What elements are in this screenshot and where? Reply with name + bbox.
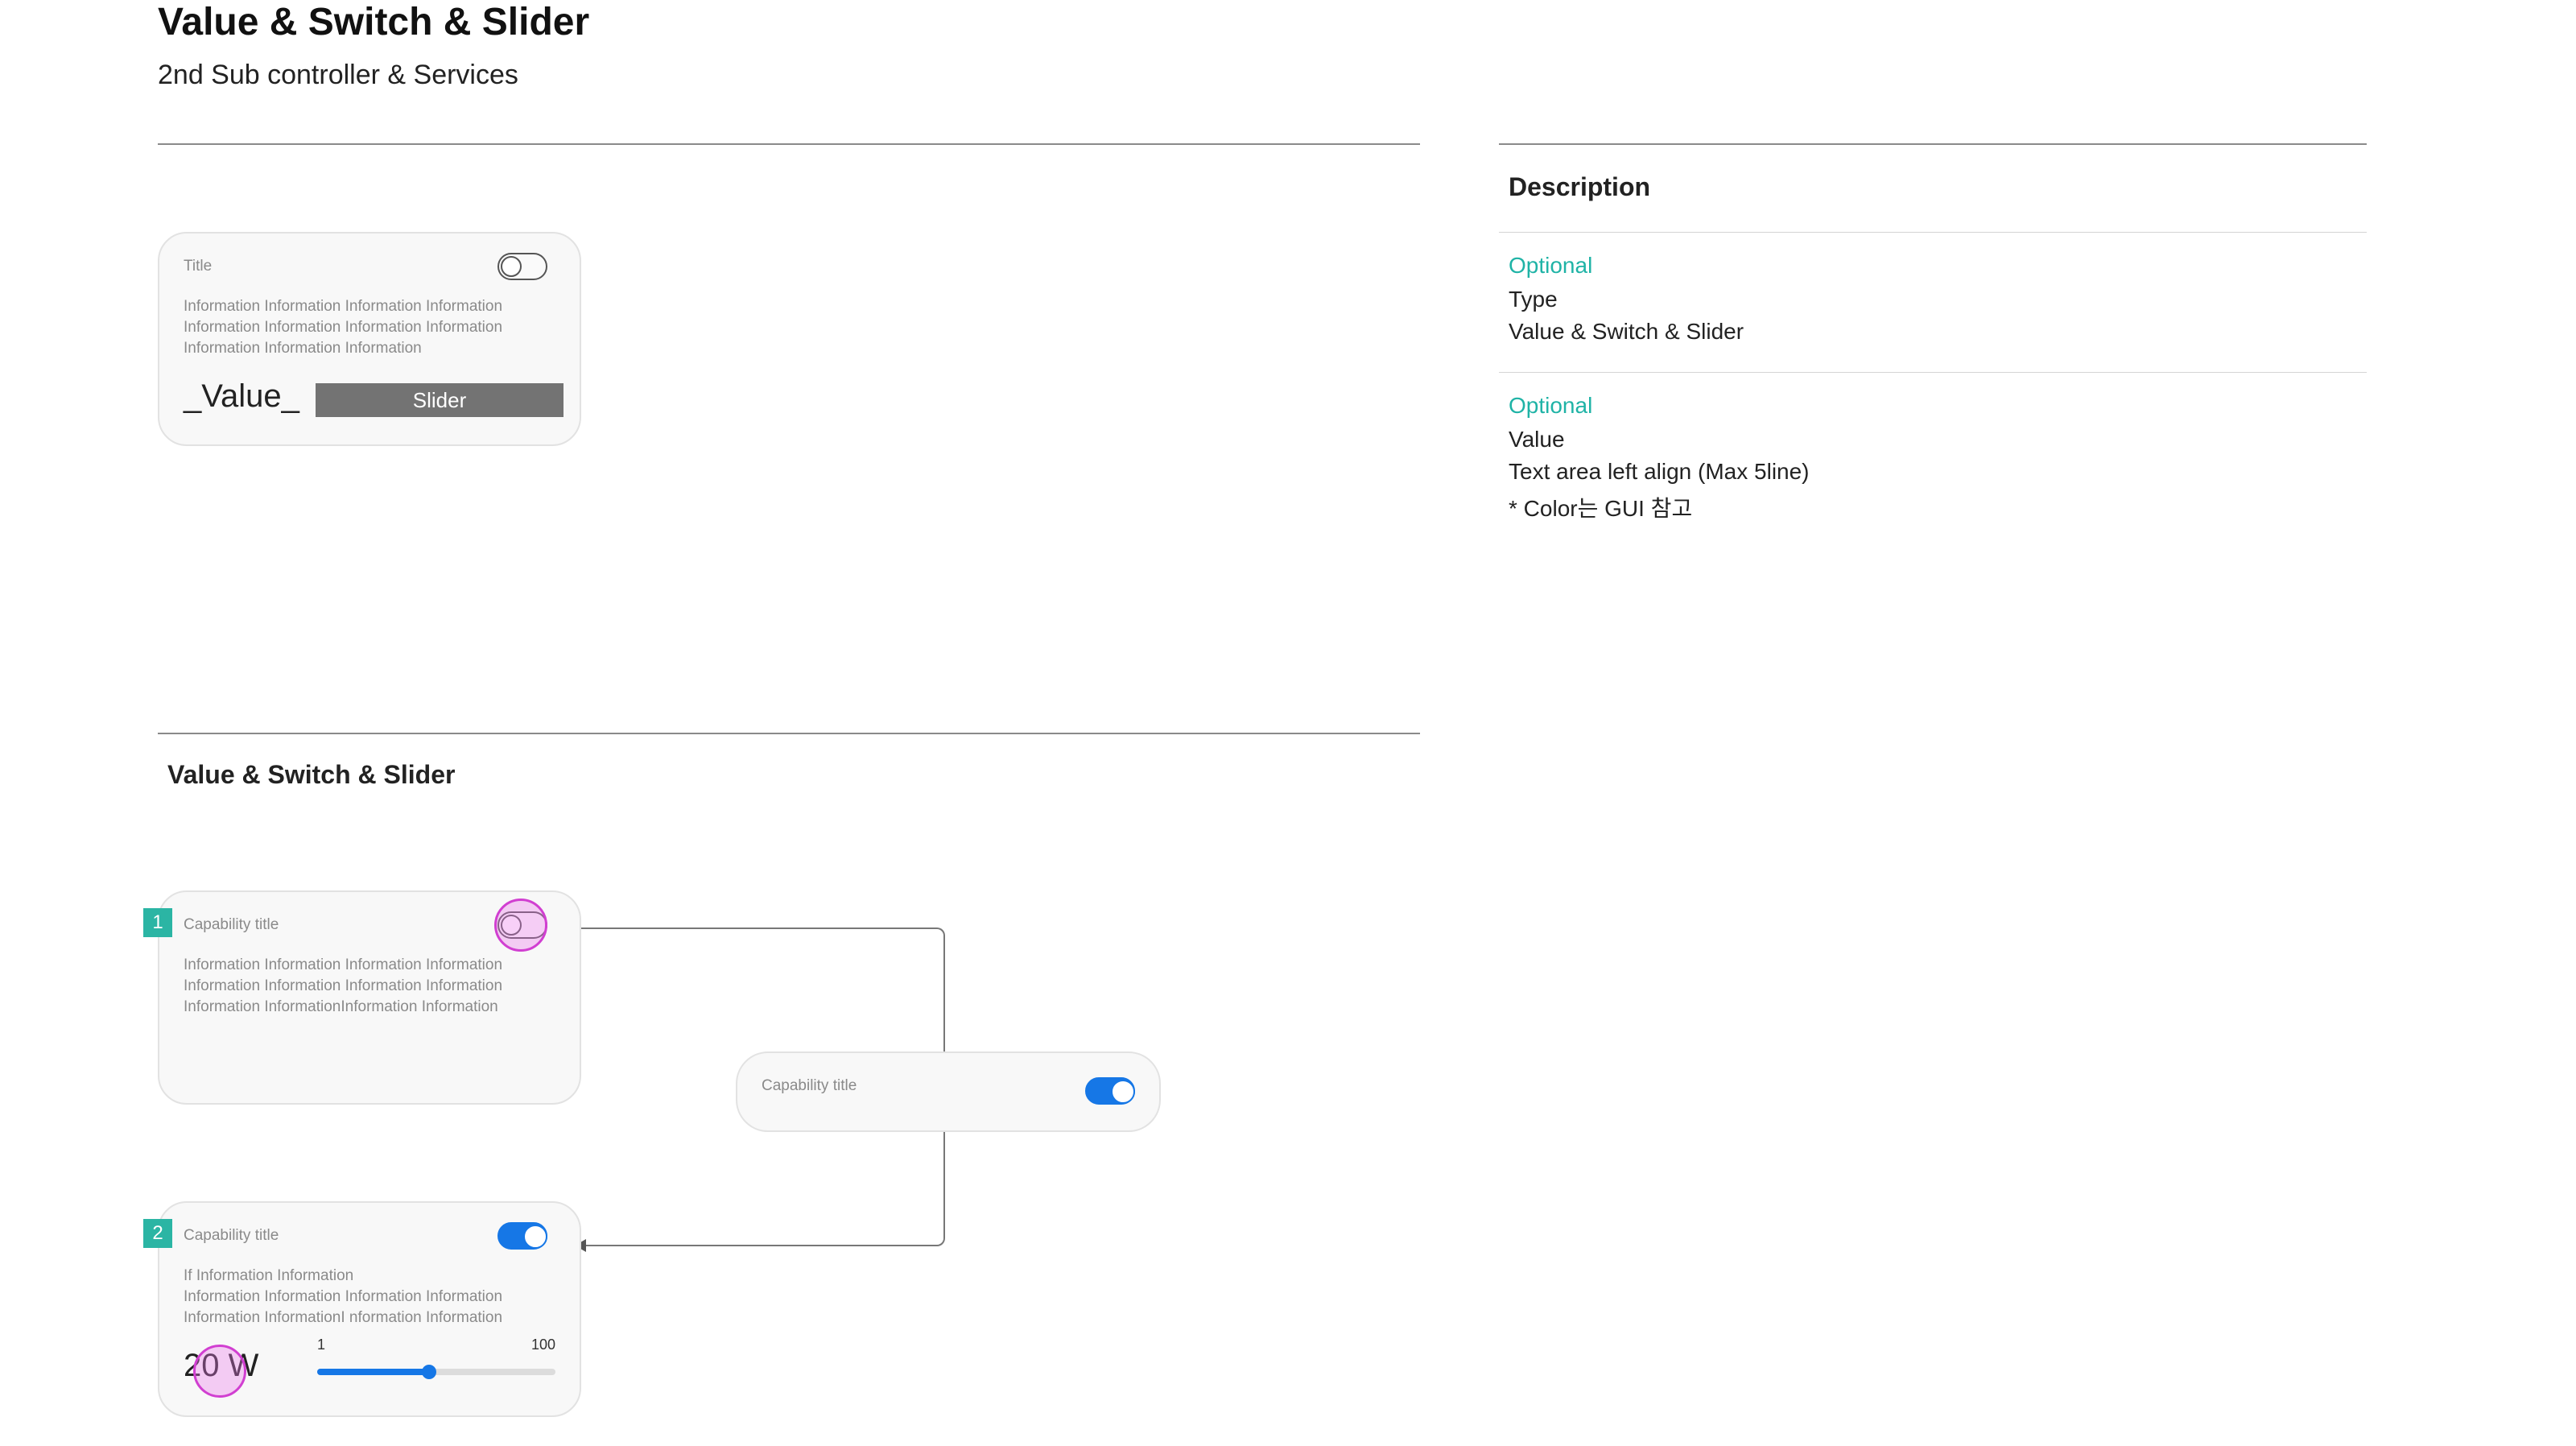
slider-track[interactable]	[317, 1365, 555, 1379]
slider-min-label: 1	[317, 1337, 326, 1353]
card-2-title: Capability title	[184, 1227, 279, 1244]
description-line: Text area left align (Max 5line)	[1509, 459, 1810, 484]
description-header: Description	[1509, 172, 1651, 201]
description-line: Value & Switch & Slider	[1509, 319, 1744, 344]
slider-fill	[317, 1369, 430, 1375]
capability-popup: Capability title	[736, 1051, 1161, 1132]
info-line: If Information Information	[184, 1267, 354, 1284]
divider-section	[158, 733, 1420, 734]
card-2-switch[interactable]	[497, 1222, 547, 1250]
page-subtitle: 2nd Sub controller & Services	[158, 60, 518, 90]
description-line: Type	[1509, 287, 1558, 312]
preview-card-info: Information Information Information Info…	[184, 296, 538, 359]
switch-knob	[501, 256, 522, 277]
section-title: Value & Switch & Slider	[167, 760, 456, 789]
step-badge-2: 2	[143, 1219, 172, 1248]
switch-knob	[523, 1225, 547, 1249]
preview-switch[interactable]	[497, 253, 547, 280]
switch-knob	[1111, 1080, 1135, 1104]
slider-thumb[interactable]	[422, 1365, 437, 1379]
info-line: Information Information Information Info…	[184, 977, 503, 994]
description-tag: Optional	[1509, 253, 1593, 278]
card-1-info: Information Information Information Info…	[184, 955, 538, 1018]
touch-indicator	[193, 1345, 246, 1398]
step-badge-1: 1	[143, 908, 172, 937]
description-tag: Optional	[1509, 393, 1593, 418]
preview-card-title: Title	[184, 258, 213, 275]
description-line: * Color는 GUI 참고	[1509, 496, 1693, 521]
divider-right-top	[1499, 143, 2367, 145]
info-line: Information InformationInformation Infor…	[184, 998, 498, 1015]
info-line: Information Information Information Info…	[184, 1288, 503, 1305]
description-divider	[1499, 372, 2367, 373]
popup-switch[interactable]	[1085, 1077, 1135, 1105]
preview-slider[interactable]: Slider	[316, 383, 564, 417]
slider-max-label: 100	[531, 1337, 556, 1353]
info-line: Information Information Information	[184, 340, 422, 357]
description-line: Value	[1509, 427, 1565, 452]
page-title: Value & Switch & Slider	[158, 1, 590, 43]
connector-line	[584, 1129, 945, 1246]
description-divider	[1499, 232, 2367, 233]
touch-indicator	[494, 899, 547, 952]
info-line: Information InformationI nformation Info…	[184, 1309, 503, 1326]
preview-value: _Value_	[184, 378, 299, 414]
preview-card: Title Information Information Informatio…	[158, 232, 581, 446]
card-2-info: If Information Information Information I…	[184, 1266, 538, 1328]
card-1-title: Capability title	[184, 916, 279, 933]
info-line: Information Information Information Info…	[184, 956, 503, 973]
divider-left-top	[158, 143, 1420, 145]
popup-title: Capability title	[762, 1077, 857, 1094]
info-line: Information Information Information Info…	[184, 319, 503, 336]
info-line: Information Information Information Info…	[184, 298, 503, 315]
connector-line	[581, 928, 945, 1051]
